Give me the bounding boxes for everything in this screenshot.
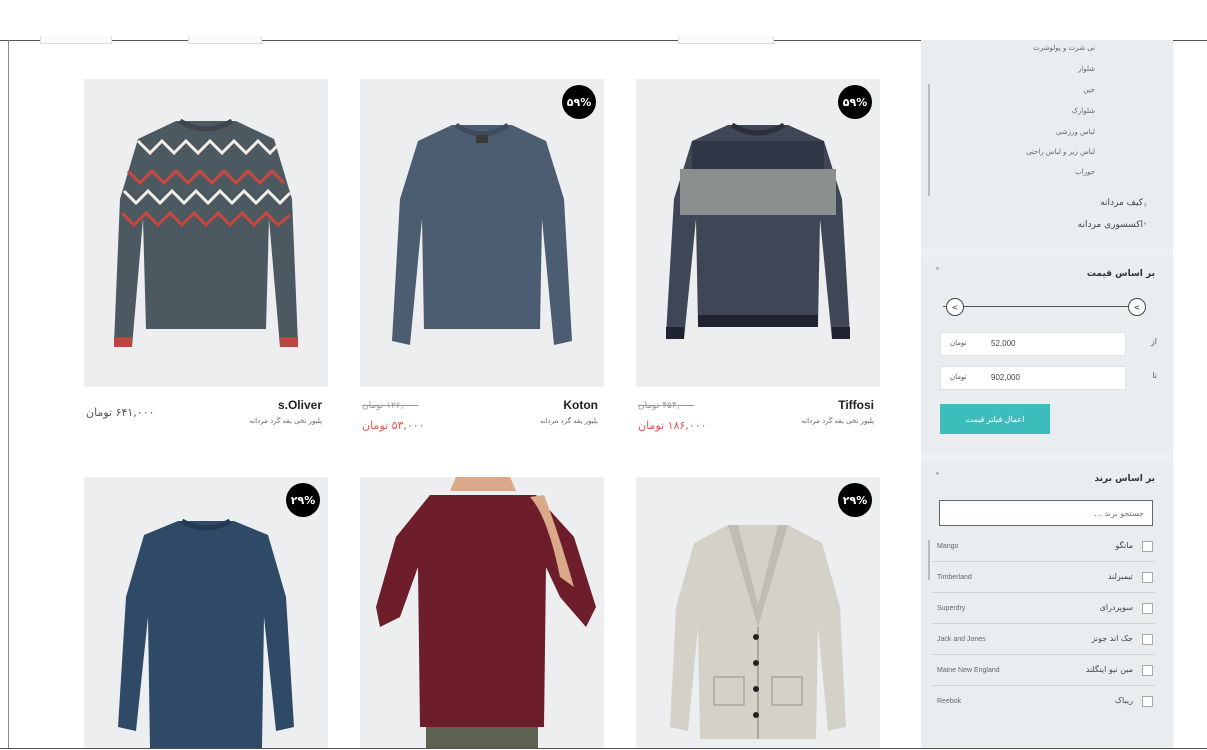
currency-unit: تومان: [950, 373, 967, 381]
slider-max-handle[interactable]: <: [1128, 298, 1146, 316]
collapse-icon[interactable]: ˅: [935, 267, 940, 278]
brand-name-en: Maine New England: [937, 667, 1000, 674]
product-price: ۱۸۶,۰۰۰ تومان: [638, 419, 707, 432]
discount-badge: ۵۹%: [838, 85, 872, 119]
price-from-label: از: [1150, 337, 1157, 346]
price-to-value: 902,000: [991, 373, 1020, 382]
brand-option[interactable]: Jack and Jones جک اند جونز: [931, 627, 1155, 655]
left-divider: [8, 40, 9, 748]
brand-name-fa: سوپردرای: [1099, 603, 1133, 612]
product-image[interactable]: [84, 477, 328, 748]
price-to-input[interactable]: 902,000 تومان: [940, 366, 1126, 390]
product-old-price: ۱۲۶,۰۰۰ تومان: [362, 401, 419, 411]
chevron-down-icon: ˅: [1143, 222, 1147, 231]
category-scrollbar[interactable]: [928, 84, 930, 196]
apply-price-filter-button[interactable]: اعمال فیلتر قیمت: [940, 404, 1050, 434]
top-tab[interactable]: [188, 36, 262, 44]
product-image[interactable]: [636, 79, 880, 387]
page: s.Oliver پلیور نخی یقه گرد مردانه ۶۴۱,۰۰…: [0, 0, 1207, 750]
product-description: پلیور یقه گرد مردانه: [540, 417, 598, 425]
category-panel: تی شرت و پولوشرت شلوار جین شلوارک لباس و…: [921, 40, 1173, 248]
brand-option[interactable]: Timberland تیمبرلند: [931, 565, 1155, 593]
discount-badge: ۵۹%: [562, 85, 596, 119]
brand-filter-panel: بر اساس برند ˅ Mango مانگو Timberland تی…: [921, 462, 1173, 748]
brand-name-fa: ریباک: [1114, 696, 1133, 705]
product-image[interactable]: [636, 477, 880, 748]
brand-name-en: Mango: [937, 543, 959, 550]
brand-search-input[interactable]: [939, 500, 1153, 526]
category-item[interactable]: تی شرت و پولوشرت: [1033, 44, 1095, 52]
category-item[interactable]: جوراب: [1075, 168, 1095, 176]
brand-name-en: Timberland: [937, 574, 972, 581]
product-brand[interactable]: Tiffosi: [838, 398, 874, 412]
sweater-image: [666, 122, 850, 339]
sweater-image: [392, 122, 572, 345]
collapse-icon[interactable]: ˅: [935, 472, 940, 483]
product-price: ۶۴۱,۰۰۰ تومان: [86, 406, 155, 419]
price-from-value: 52,000: [991, 339, 1016, 348]
sweater-image: [118, 518, 294, 748]
price-slider-track[interactable]: [943, 306, 1143, 307]
brand-name-en: Reebok: [937, 698, 962, 705]
brand-checkbox[interactable]: [1142, 572, 1153, 583]
discount-badge: ۲۹%: [286, 483, 320, 517]
brand-option[interactable]: Maine New England مین نیو اینگلند: [931, 658, 1155, 686]
brand-name-en: Superdry: [937, 605, 966, 612]
category-item[interactable]: شلوار: [1078, 65, 1095, 73]
price-filter-title: بر اساس قیمت: [1086, 269, 1155, 279]
top-tab[interactable]: [678, 36, 774, 44]
price-to-label: تا: [1152, 371, 1157, 380]
brand-name-fa: تیمبرلند: [1107, 572, 1133, 581]
brand-checkbox[interactable]: [1142, 696, 1153, 707]
product-old-price: ۴۵۴,۰۰۰ تومان: [638, 401, 695, 411]
category-section[interactable]: اکسسوری مردانه: [1078, 220, 1143, 230]
currency-unit: تومان: [950, 339, 967, 347]
model-image: [376, 477, 596, 748]
product-image[interactable]: [84, 79, 328, 387]
sweater-image: [670, 525, 846, 739]
discount-badge: ۲۹%: [838, 483, 872, 517]
category-item[interactable]: لباس ورزشی: [1056, 128, 1095, 136]
brand-checkbox[interactable]: [1142, 541, 1153, 552]
sweater-image: [114, 118, 298, 347]
price-from-input[interactable]: 52,000 تومان: [940, 332, 1126, 356]
product-brand[interactable]: Koton: [563, 398, 598, 412]
category-item[interactable]: شلوارک: [1072, 107, 1095, 115]
brand-filter-title: بر اساس برند: [1094, 474, 1155, 484]
category-section[interactable]: کیف مردانه: [1100, 198, 1143, 208]
product-brand[interactable]: s.Oliver: [278, 398, 322, 412]
brand-name-fa: مین نیو اینگلند: [1085, 665, 1133, 674]
brand-checkbox[interactable]: [1142, 603, 1153, 614]
category-item[interactable]: جین: [1083, 86, 1095, 94]
chevron-left-icon: ›: [1143, 200, 1147, 209]
brand-scrollbar[interactable]: [928, 540, 930, 580]
top-tab[interactable]: [40, 36, 112, 44]
price-filter-panel: بر اساس قیمت ˅ < < از 52,000 تومان تا 90…: [921, 257, 1173, 453]
brand-checkbox[interactable]: [1142, 634, 1153, 645]
product-price: ۵۳,۰۰۰ تومان: [362, 419, 425, 432]
bottom-divider: [0, 748, 1207, 749]
brand-option[interactable]: Superdry سوپردرای: [931, 596, 1155, 624]
brand-checkbox[interactable]: [1142, 665, 1153, 676]
brand-name-fa: مانگو: [1115, 541, 1134, 550]
slider-min-handle[interactable]: <: [946, 298, 964, 316]
product-description: پلیور نخی یقه گرد مردانه: [249, 417, 322, 425]
category-item[interactable]: لباس زیر و لباس راحتی: [1026, 148, 1095, 156]
product-description: پلیور نخی یقه گرد مردانه: [801, 417, 874, 425]
brand-option[interactable]: Reebok ریباک: [931, 689, 1155, 717]
brand-option[interactable]: Mango مانگو: [931, 534, 1155, 562]
product-image[interactable]: [360, 477, 604, 748]
product-image[interactable]: [360, 79, 604, 387]
brand-name-en: Jack and Jones: [937, 636, 986, 643]
filter-sidebar: تی شرت و پولوشرت شلوار جین شلوارک لباس و…: [921, 40, 1173, 748]
brand-name-fa: جک اند جونز: [1091, 634, 1133, 643]
